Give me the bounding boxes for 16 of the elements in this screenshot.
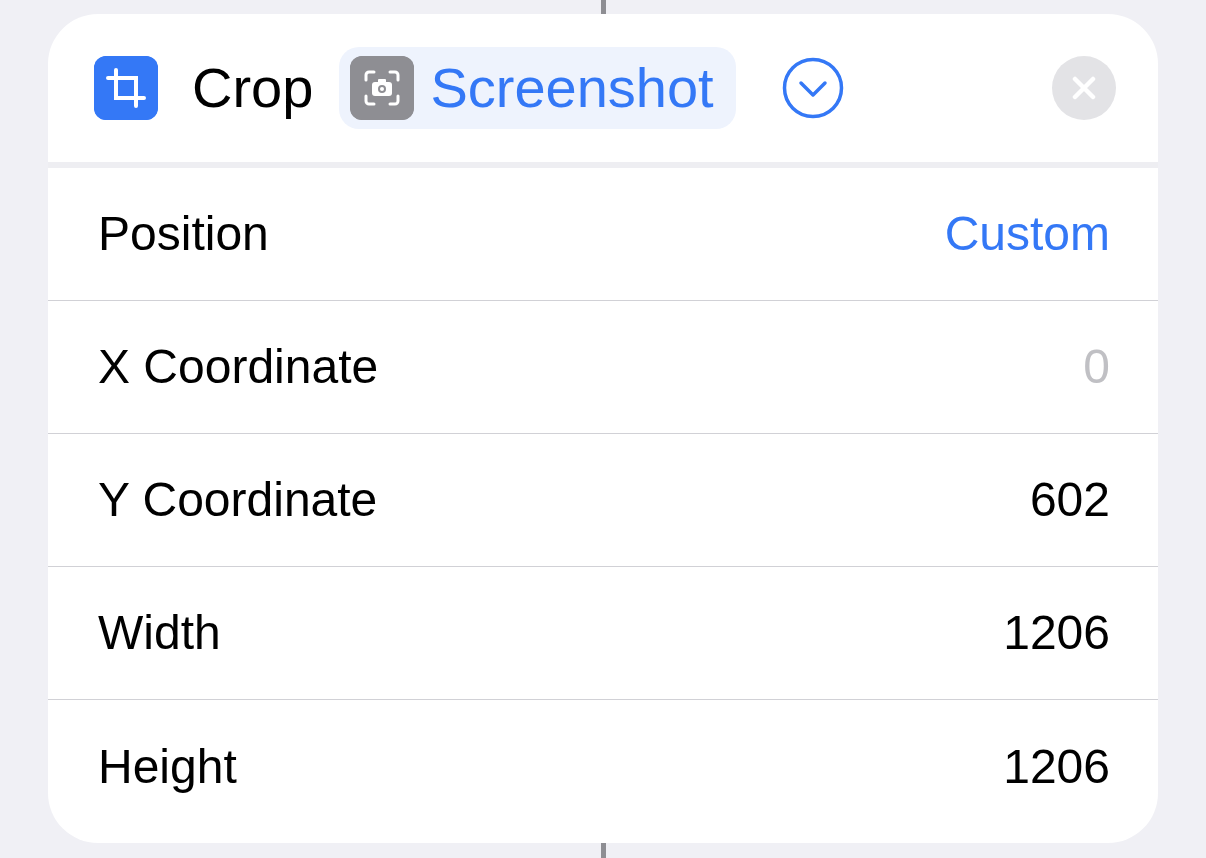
field-label: X Coordinate xyxy=(98,339,379,395)
field-label: Height xyxy=(98,738,237,795)
close-icon xyxy=(1072,76,1096,100)
action-title: Crop xyxy=(192,55,314,121)
variable-token[interactable]: Screenshot xyxy=(339,47,736,129)
number-field[interactable]: 1206 xyxy=(810,597,1110,669)
screenshot-icon xyxy=(350,56,415,120)
number-field[interactable]: 1206 xyxy=(810,730,1110,803)
field-label: Width xyxy=(98,605,221,661)
number-field[interactable]: 602 xyxy=(810,464,1110,536)
expand-button[interactable] xyxy=(781,57,844,119)
number-field[interactable]: 0 xyxy=(810,331,1110,403)
field-label: Y Coordinate xyxy=(98,472,378,528)
picker-link[interactable]: Custom xyxy=(944,198,1110,270)
crop-icon xyxy=(94,56,158,120)
field-label: Position xyxy=(98,206,269,262)
